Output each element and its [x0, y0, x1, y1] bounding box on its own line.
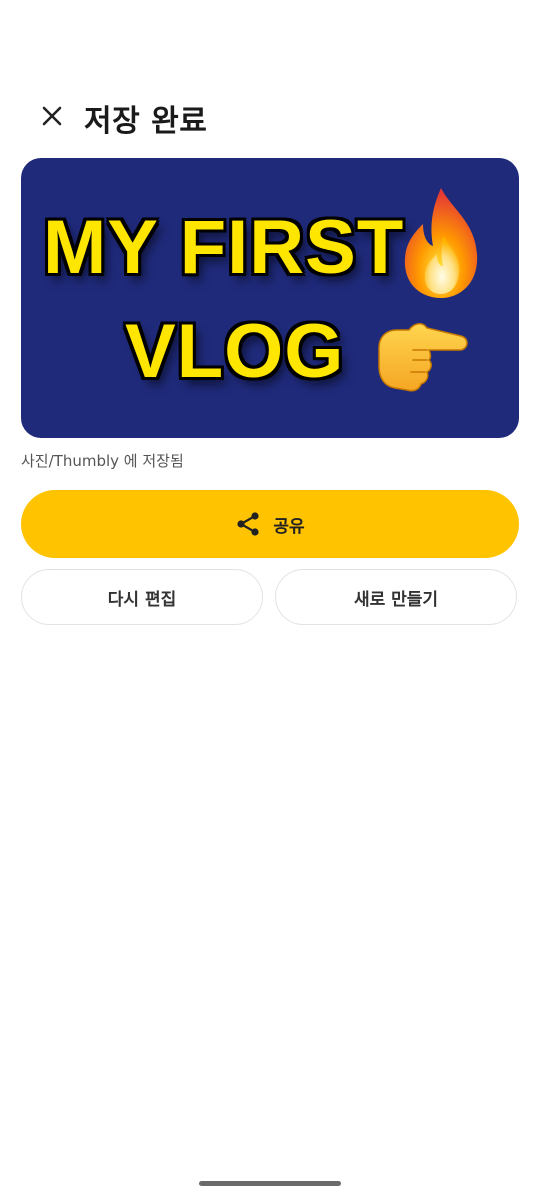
pointing-right-hand-icon	[378, 323, 468, 392]
edit-again-button[interactable]: 다시 편집	[21, 569, 263, 625]
share-button[interactable]: 공유	[21, 490, 519, 558]
page-title: 저장 완료	[84, 104, 208, 139]
close-button[interactable]	[34, 98, 70, 134]
close-icon	[42, 106, 62, 126]
thumbnail-line-1: MY FIRST	[43, 205, 405, 290]
create-new-button[interactable]: 새로 만들기	[275, 569, 517, 625]
share-icon	[237, 512, 259, 536]
header: 저장 완료	[0, 88, 540, 148]
thumbnail-line-2: VLOG	[125, 309, 345, 394]
saved-location-text: 사진/Thumbly 에 저장됨	[21, 452, 184, 470]
fire-icon	[404, 188, 478, 298]
thumbnail-preview: MY FIRST VLOG	[21, 158, 519, 438]
save-complete-screen: 저장 완료 MY FIRST VLOG 사진/Thumbly 에 저장됨 공유 …	[0, 0, 540, 1200]
home-indicator[interactable]	[199, 1181, 341, 1186]
share-button-label: 공유	[273, 516, 305, 537]
